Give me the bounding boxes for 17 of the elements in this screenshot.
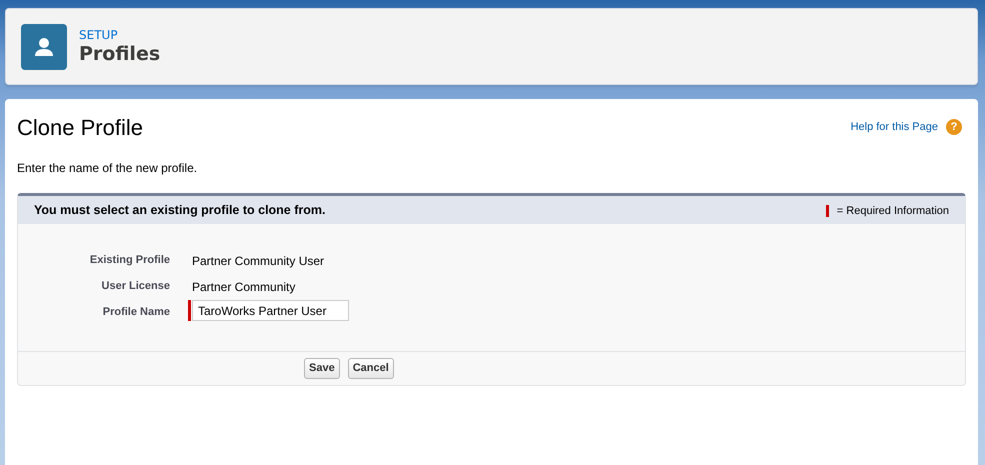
required-marker [826, 204, 829, 217]
profile-icon [21, 24, 67, 70]
breadcrumb-label: SETUP [79, 28, 119, 42]
help-link[interactable]: Help for this Page [850, 119, 938, 136]
cancel-button[interactable]: Cancel [348, 358, 394, 379]
section-message: You must select an existing profile to clone from. [34, 202, 326, 220]
required-legend: = Required Information [836, 202, 949, 220]
field-label: User License [100, 279, 171, 294]
field-label: Existing Profile [88, 253, 171, 268]
profile-name-field[interactable]: TaroWorks Partner User [192, 300, 349, 322]
page-header-title: Profiles [79, 42, 160, 66]
page-title: Clone Profile [17, 115, 143, 142]
field-label: Profile Name [102, 305, 171, 320]
instruction-text: Enter the name of the new profile. [17, 160, 198, 178]
save-button[interactable]: Save [304, 358, 340, 379]
field-value: Partner Community [192, 279, 296, 296]
field-value: Partner Community User [192, 253, 324, 270]
